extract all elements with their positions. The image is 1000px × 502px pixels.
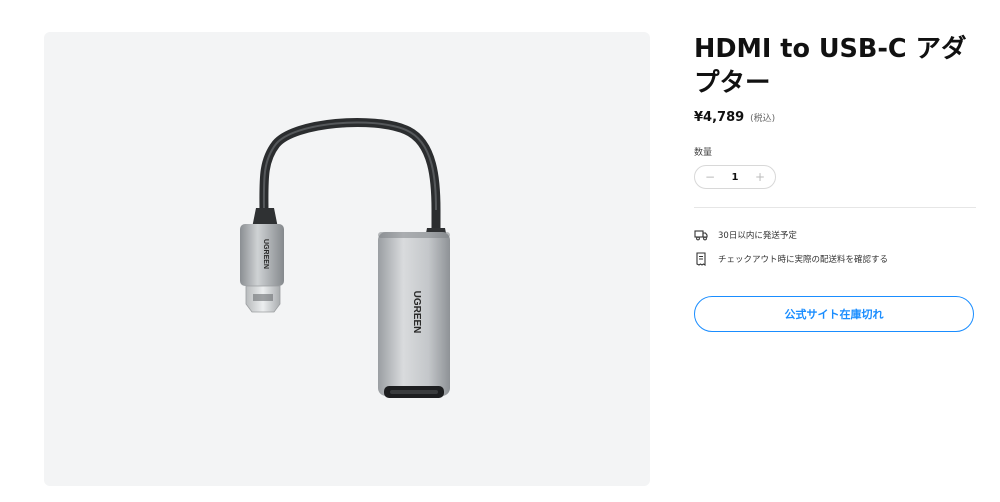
delivery-info-row: 30日以内に発送予定 [694, 228, 976, 242]
quantity-label: 数量 [694, 148, 713, 158]
quantity-stepper: − 1 + [694, 165, 776, 189]
quantity-value[interactable]: 1 [732, 172, 739, 183]
adapter-brand-label: UGREEN [411, 291, 422, 334]
price-row: ¥4,789 (税込) [694, 110, 976, 125]
delivery-text: 30日以内に発送予定 [718, 231, 797, 241]
divider [694, 207, 976, 208]
product-info-panel: HDMI to USB-C アダプター ¥4,789 (税込) 数量 − 1 +… [694, 32, 976, 332]
out-of-stock-button[interactable]: 公式サイト在庫切れ [694, 296, 974, 332]
hdmi-brand-label: UGREEN [262, 239, 269, 269]
product-image-panel: UGREEN UGREEN [44, 32, 650, 486]
truck-icon [694, 228, 708, 242]
shipping-cost-row: チェックアウト時に実際の配送料を確認する [694, 252, 976, 266]
product-title: HDMI to USB-C アダプター [694, 34, 967, 98]
receipt-icon [694, 252, 708, 266]
product-price: ¥4,789 [694, 110, 745, 125]
tax-note: (税込) [750, 114, 776, 124]
product-image: UGREEN UGREEN [240, 118, 450, 398]
increase-quantity-button[interactable]: + [753, 166, 767, 188]
decrease-quantity-button[interactable]: − [703, 166, 717, 188]
checkout-shipping-text: チェックアウト時に実際の配送料を確認する [718, 255, 889, 265]
